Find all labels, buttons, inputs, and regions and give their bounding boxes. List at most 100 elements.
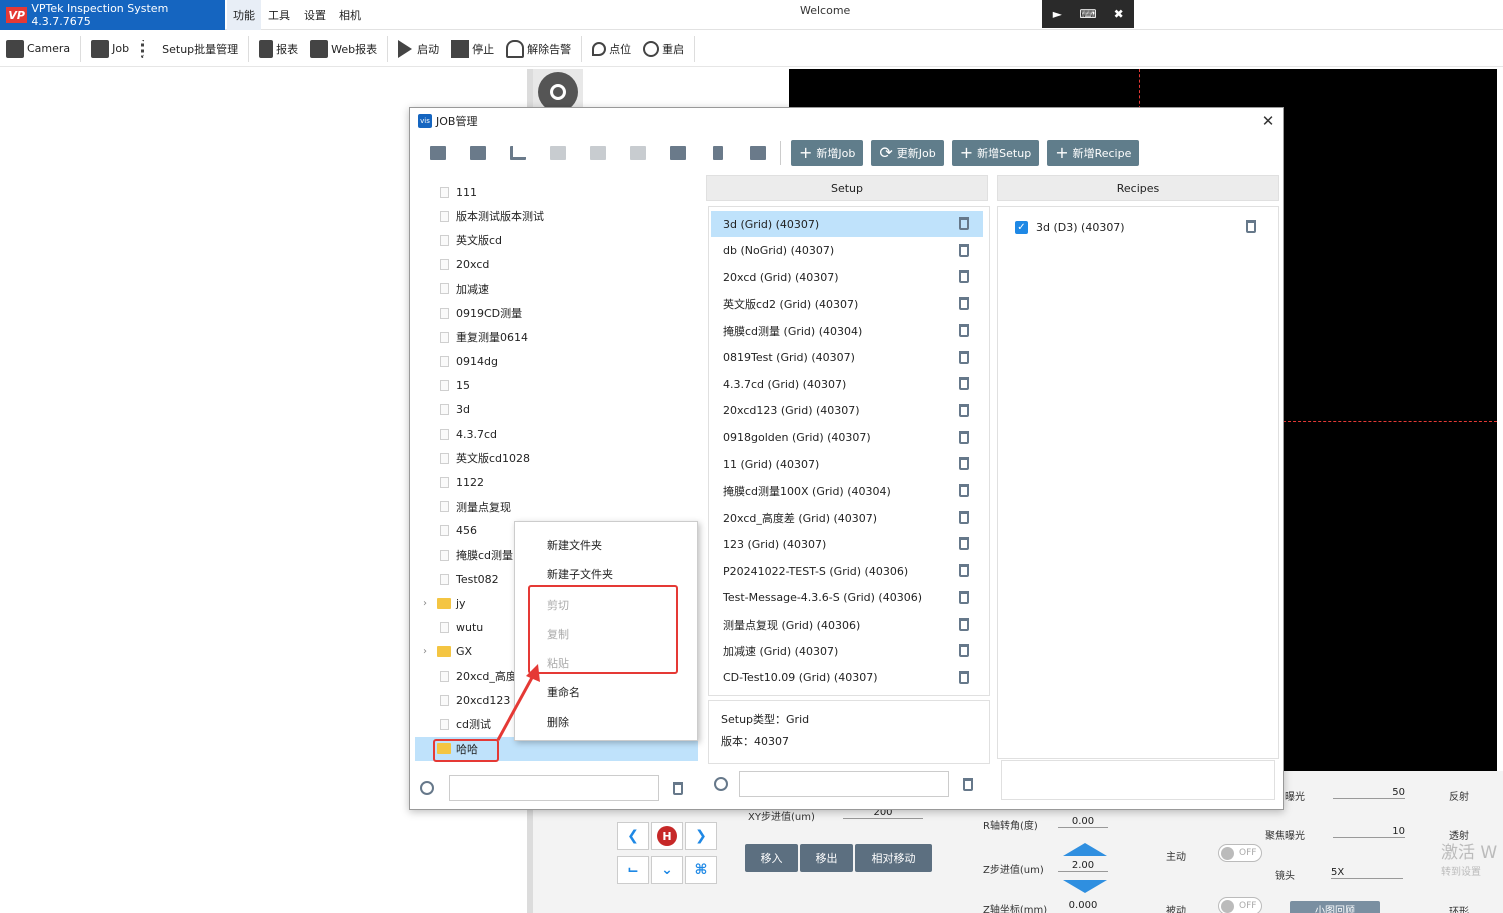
tree-item[interactable]: 英文版cd1028 <box>415 446 698 470</box>
report-button[interactable]: 报表 <box>253 34 304 64</box>
search-icon[interactable] <box>714 777 728 791</box>
trash-icon[interactable] <box>1246 220 1256 233</box>
arrow-down-button[interactable]: ⌄ <box>651 856 683 884</box>
r-axis-value[interactable]: 0.00 <box>1058 816 1108 828</box>
tree-item[interactable]: 英文版cd <box>415 228 698 252</box>
checkbox-checked-icon[interactable]: ✓ <box>1015 220 1028 234</box>
rename-icon[interactable] <box>658 139 698 167</box>
setup-row[interactable]: 20xcd (Grid) (40307) <box>711 264 983 290</box>
setup-row[interactable]: CD-Test10.09 (Grid) (40307) <box>711 665 983 691</box>
tree-search-input[interactable] <box>449 775 659 801</box>
active-toggle[interactable]: OFF <box>1218 844 1262 862</box>
send-icon[interactable]: ► <box>1049 6 1065 22</box>
close-icon[interactable]: ✕ <box>1259 112 1277 130</box>
update-job-button[interactable]: ⟳ 更新Job <box>871 140 944 166</box>
cut-icon[interactable] <box>538 139 578 167</box>
setup-row[interactable]: 20xcd123 (Grid) (40307) <box>711 398 983 424</box>
trash-icon[interactable] <box>958 643 969 658</box>
setup-row[interactable]: 3d (Grid) (40307) <box>711 211 983 237</box>
context-menu-item[interactable]: 新建文件夹 <box>547 537 602 553</box>
move-out-button[interactable]: 移出 <box>800 844 853 872</box>
trash-icon[interactable] <box>958 536 969 551</box>
setup-row[interactable]: 英文版cd2 (Grid) (40307) <box>711 291 983 317</box>
tree-item[interactable]: 0919CD测量 <box>415 301 698 325</box>
move-in-button[interactable]: 移入 <box>745 844 798 872</box>
clear-alarm-button[interactable]: 解除告警 <box>500 34 577 64</box>
trash-icon[interactable] <box>673 781 683 795</box>
menu-tools[interactable]: 工具 <box>262 0 296 30</box>
setup-row[interactable]: 20xcd_高度差 (Grid) (40307) <box>711 505 983 531</box>
tree-item[interactable]: 1122 <box>415 470 698 494</box>
recipe-row[interactable]: ✓ 3d (D3) (40307) <box>1015 217 1270 237</box>
arrow-left-button[interactable]: ❮ <box>617 822 649 850</box>
trash-icon[interactable] <box>958 350 969 365</box>
trash-icon[interactable] <box>958 590 969 605</box>
trash-icon[interactable] <box>963 777 973 791</box>
job-button[interactable]: Job <box>85 34 135 64</box>
context-menu-item[interactable]: 删除 <box>547 714 569 730</box>
setup-row[interactable]: 123 (Grid) (40307) <box>711 531 983 557</box>
new-job-button[interactable]: + 新增Job <box>791 140 864 166</box>
trash-icon[interactable] <box>958 323 969 338</box>
setup-row[interactable]: P20241022-TEST-S (Grid) (40306) <box>711 558 983 584</box>
context-menu-item[interactable]: 重命名 <box>547 684 580 700</box>
open-folder-icon[interactable] <box>418 139 458 167</box>
point-button[interactable]: 点位 <box>586 34 637 64</box>
setup-row[interactable]: 加减速 (Grid) (40307) <box>711 638 983 664</box>
home-button[interactable]: H <box>651 822 683 850</box>
paste-icon[interactable] <box>618 139 658 167</box>
trash-icon[interactable] <box>958 216 969 231</box>
arrow-down-right-button[interactable]: ⌘ <box>685 856 717 884</box>
focus-exposure-value[interactable]: 10 <box>1333 826 1405 838</box>
z-step-value[interactable]: 2.00 <box>1058 860 1108 872</box>
setup-batch-button[interactable]: Setup批量管理 <box>135 34 244 64</box>
keyboard-icon[interactable]: ⌨ <box>1079 6 1096 22</box>
trash-icon[interactable] <box>958 670 969 685</box>
z-up-icon[interactable] <box>1063 843 1107 856</box>
web-report-button[interactable]: Web报表 <box>304 34 383 64</box>
trash-icon[interactable] <box>958 296 969 311</box>
setup-row[interactable]: db (NoGrid) (40307) <box>711 238 983 264</box>
arrow-down-left-button[interactable]: ⌙ <box>617 856 649 884</box>
tree-item[interactable]: 3d <box>415 398 698 422</box>
tree-item[interactable]: 111 <box>415 180 698 204</box>
context-menu-item[interactable]: 新建子文件夹 <box>547 566 613 582</box>
setup-row[interactable]: 掩膜cd测量 (Grid) (40304) <box>711 318 983 344</box>
new-recipe-button[interactable]: + 新增Recipe <box>1047 140 1140 166</box>
trash-icon[interactable] <box>958 430 969 445</box>
tree-item[interactable]: 0914dg <box>415 349 698 373</box>
trash-icon[interactable] <box>958 483 969 498</box>
trash-icon[interactable] <box>958 403 969 418</box>
tree-item[interactable]: 20xcd <box>415 253 698 277</box>
setup-row[interactable]: 11 (Grid) (40307) <box>711 451 983 477</box>
relative-move-button[interactable]: 相对移动 <box>855 844 932 872</box>
search-icon[interactable] <box>420 781 434 795</box>
new-setup-button[interactable]: + 新增Setup <box>951 140 1040 166</box>
tree-item[interactable]: 测量点复现 <box>415 495 698 519</box>
lens-select[interactable]: 5X <box>1331 867 1403 879</box>
setup-row[interactable]: Test-Message-4.3.6-S (Grid) (40306) <box>711 585 983 611</box>
setup-search-input[interactable] <box>739 771 949 797</box>
tree-item[interactable]: 加减速 <box>415 277 698 301</box>
chevron-right-icon[interactable]: › <box>423 598 427 609</box>
copy-icon[interactable] <box>578 139 618 167</box>
tree-icon[interactable] <box>498 139 538 167</box>
save-icon[interactable] <box>738 139 778 167</box>
trash-icon[interactable] <box>958 617 969 632</box>
z-down-icon[interactable] <box>1063 880 1107 893</box>
menu-settings[interactable]: 设置 <box>298 0 332 30</box>
menu-camera[interactable]: 相机 <box>333 0 367 30</box>
restart-button[interactable]: 重启 <box>637 34 690 64</box>
arrow-right-button[interactable]: ❯ <box>685 822 717 850</box>
tree-item[interactable]: 15 <box>415 374 698 398</box>
tree-item[interactable]: 4.3.7cd <box>415 422 698 446</box>
setup-row[interactable]: 0918golden (Grid) (40307) <box>711 425 983 451</box>
chevron-right-icon[interactable]: › <box>423 646 427 657</box>
tree-item[interactable]: 重复测量0614 <box>415 325 698 349</box>
setup-row[interactable]: 掩膜cd测量100X (Grid) (40304) <box>711 478 983 504</box>
passive-toggle[interactable]: OFF <box>1218 897 1262 913</box>
trash-icon[interactable] <box>958 243 969 258</box>
trash-icon[interactable] <box>958 269 969 284</box>
exposure-value[interactable]: 50 <box>1333 787 1405 799</box>
setup-row[interactable]: 0819Test (Grid) (40307) <box>711 345 983 371</box>
